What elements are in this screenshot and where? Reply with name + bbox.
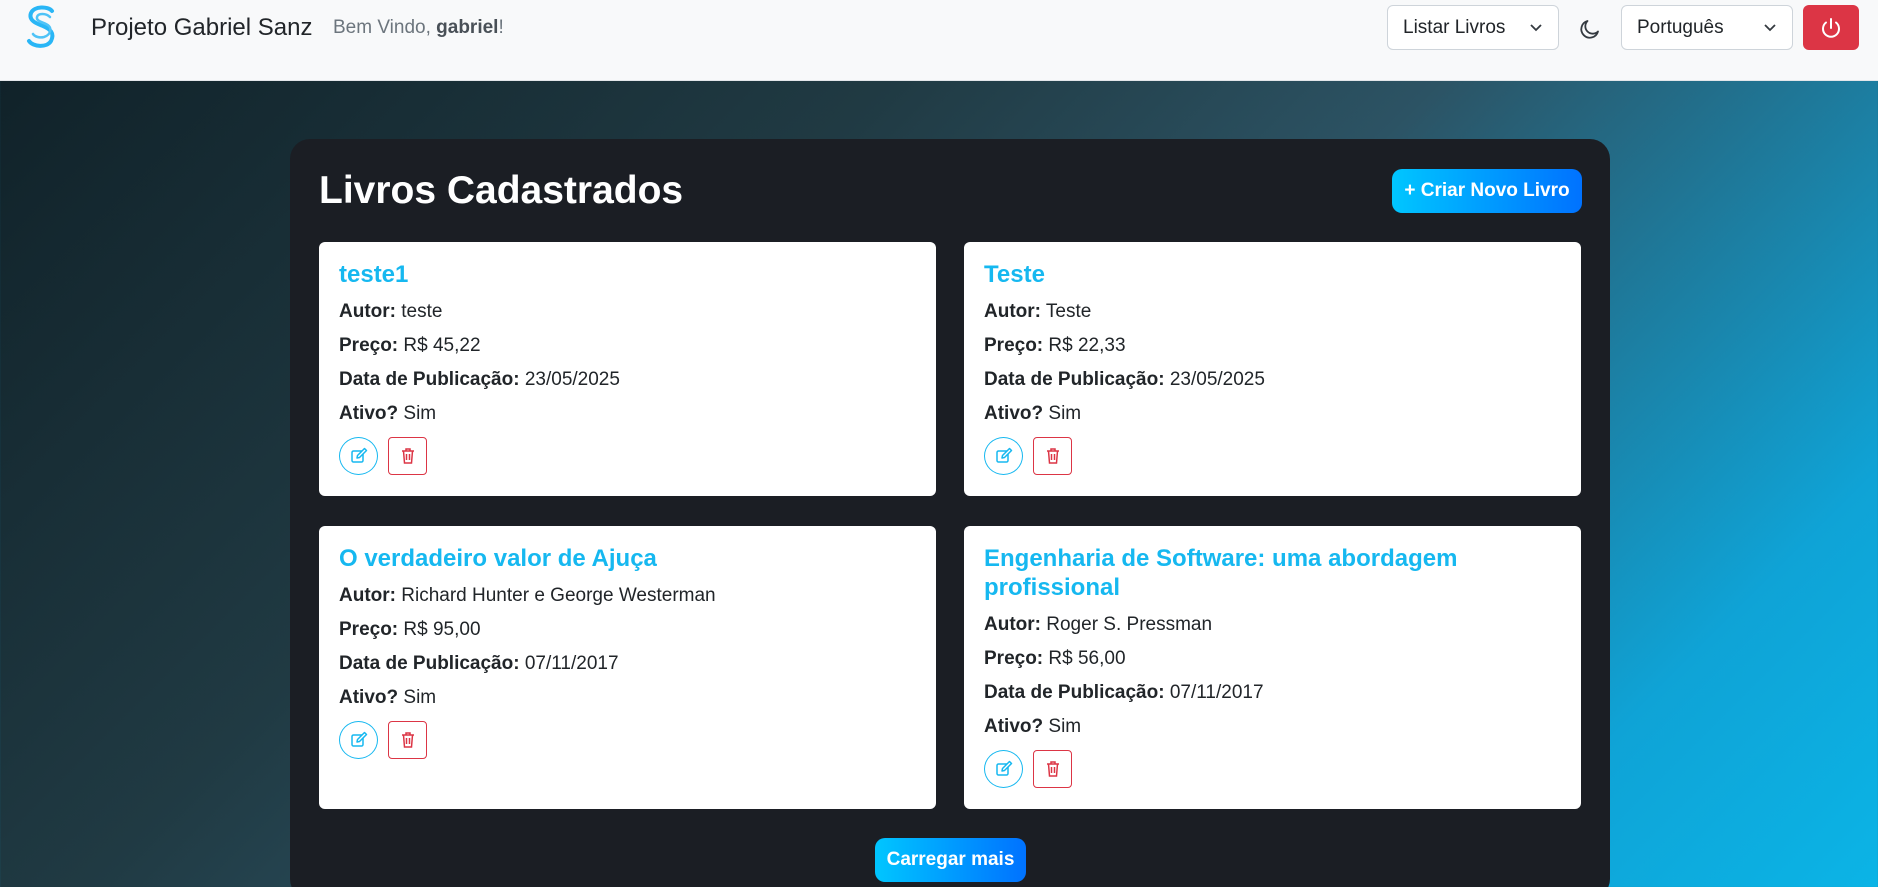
book-author: Autor: teste [339, 301, 443, 322]
book-title[interactable]: Teste [984, 260, 1561, 289]
page-title: Livros Cadastrados [319, 169, 684, 212]
book-title[interactable]: Engenharia de Software: uma abordagem pr… [984, 544, 1561, 602]
language-select-value: Português [1637, 16, 1724, 38]
book-active: Ativo? Sim [339, 403, 437, 424]
edit-book-button[interactable] [984, 437, 1023, 475]
book-price: Preço: R$ 56,00 [984, 648, 1126, 669]
load-more-button[interactable]: Carregar mais [875, 838, 1026, 882]
brand-link[interactable]: Projeto Gabriel Sanz [91, 14, 312, 42]
book-author: Autor: Roger S. Pressman [984, 614, 1213, 635]
book-author: Autor: Richard Hunter e George Westerman [339, 585, 716, 606]
book-published: Data de Publicação: 23/05/2025 [984, 369, 1265, 390]
books-panel: Livros Cadastrados + Criar Novo Livro te… [290, 139, 1610, 887]
book-card: Engenharia de Software: uma abordagem pr… [964, 526, 1581, 809]
book-price: Preço: R$ 22,33 [984, 335, 1126, 356]
edit-book-button[interactable] [984, 750, 1023, 788]
trash-icon [401, 448, 414, 464]
nav-select-value: Listar Livros [1403, 16, 1506, 38]
create-book-button[interactable]: + Criar Novo Livro [1392, 169, 1582, 213]
delete-book-button[interactable] [1033, 750, 1072, 788]
book-published: Data de Publicação: 07/11/2017 [984, 682, 1264, 703]
chevron-down-icon [1530, 24, 1542, 32]
trash-icon [1046, 448, 1059, 464]
edit-icon [350, 447, 367, 463]
book-author: Autor: Teste [984, 301, 1092, 322]
book-published: Data de Publicação: 23/05/2025 [339, 369, 620, 390]
edit-book-button[interactable] [339, 437, 378, 475]
username: gabriel [436, 17, 499, 38]
moon-icon[interactable] [1578, 17, 1602, 41]
delete-book-button[interactable] [388, 721, 427, 759]
language-select[interactable]: Português [1621, 5, 1793, 50]
logo-icon[interactable] [22, 3, 62, 51]
delete-book-button[interactable] [1033, 437, 1072, 475]
nav-select[interactable]: Listar Livros [1387, 5, 1559, 50]
book-active: Ativo? Sim [984, 716, 1082, 737]
welcome-message: Bem Vindo, gabriel! [333, 17, 504, 38]
trash-icon [401, 732, 414, 748]
book-card: O verdadeiro valor de Ajuça Autor: Richa… [319, 526, 936, 809]
book-price: Preço: R$ 45,22 [339, 335, 481, 356]
book-title[interactable]: O verdadeiro valor de Ajuça [339, 544, 916, 573]
book-published: Data de Publicação: 07/11/2017 [339, 653, 619, 674]
book-title[interactable]: teste1 [339, 260, 916, 289]
edit-book-button[interactable] [339, 721, 378, 759]
delete-book-button[interactable] [388, 437, 427, 475]
logout-button[interactable] [1803, 5, 1859, 50]
book-card: teste1 Autor: teste Preço: R$ 45,22 Data… [319, 242, 936, 496]
chevron-down-icon [1764, 24, 1776, 32]
power-icon [1822, 17, 1840, 38]
top-navbar: Projeto Gabriel Sanz Bem Vindo, gabriel!… [0, 0, 1878, 81]
edit-icon [350, 731, 367, 747]
edit-icon [995, 447, 1012, 463]
edit-icon [995, 760, 1012, 776]
book-card: Teste Autor: Teste Preço: R$ 22,33 Data … [964, 242, 1581, 496]
book-active: Ativo? Sim [339, 687, 437, 708]
trash-icon [1046, 761, 1059, 777]
book-price: Preço: R$ 95,00 [339, 619, 481, 640]
book-active: Ativo? Sim [984, 403, 1082, 424]
